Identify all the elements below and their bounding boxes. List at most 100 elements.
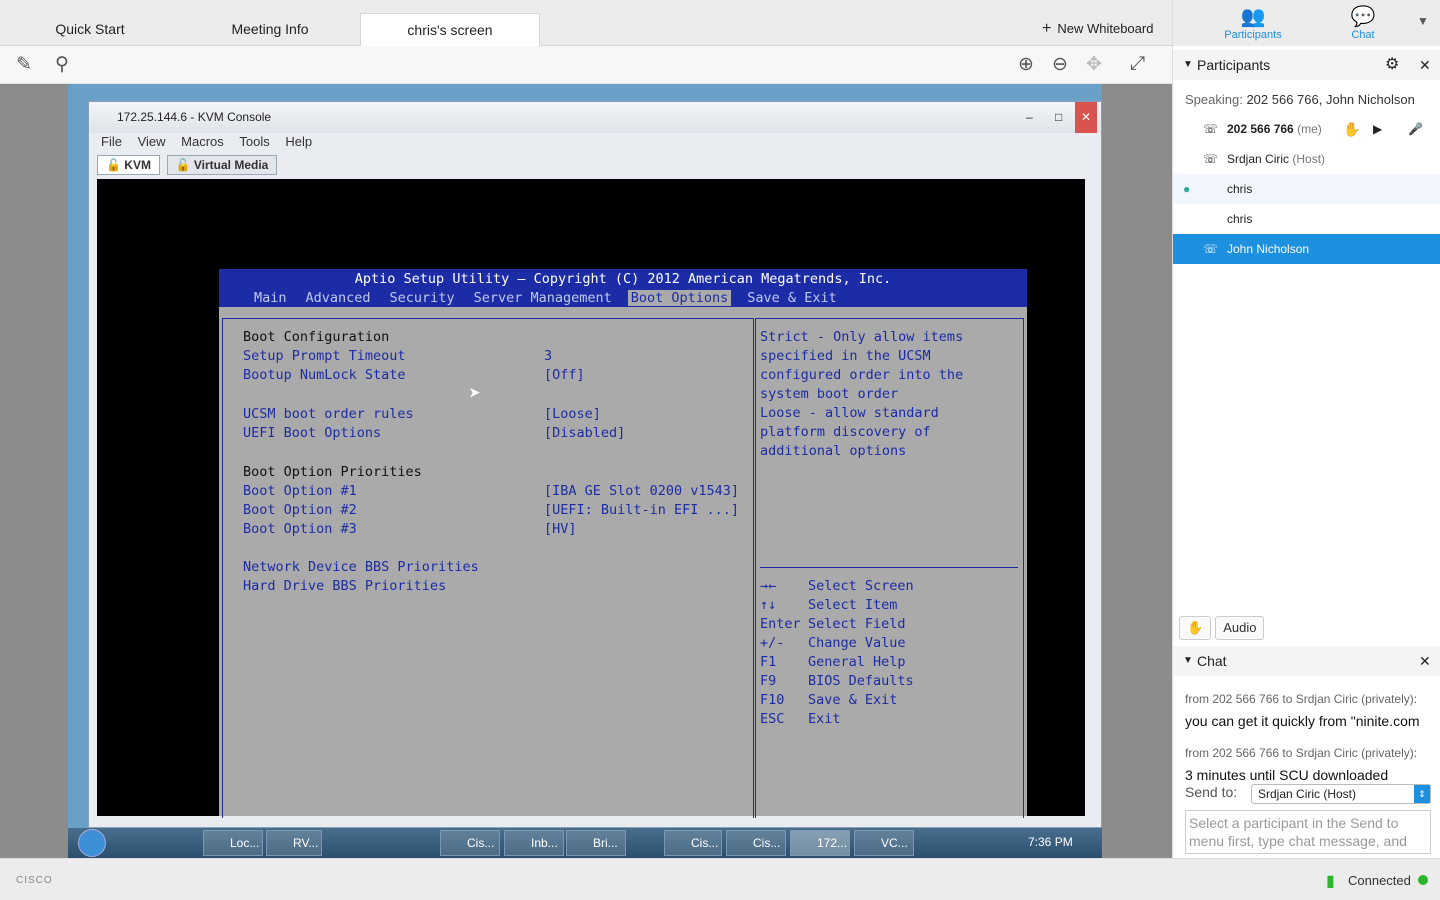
key-desc: Select Field bbox=[808, 616, 906, 632]
collapse-triangle-icon: ▼ bbox=[1183, 655, 1193, 666]
tab-kvm[interactable]: 🔓 KVM bbox=[97, 155, 160, 175]
taskbar-item[interactable]: Cis... bbox=[664, 830, 722, 856]
video-camera-icon[interactable]: ▶ bbox=[1373, 114, 1382, 144]
taskbar-item[interactable]: Cis... bbox=[440, 830, 500, 856]
taskbar-item[interactable]: Inb... bbox=[504, 830, 564, 856]
setting-boot-option-2[interactable]: Boot Option #2 bbox=[243, 502, 357, 518]
start-button[interactable] bbox=[78, 829, 106, 857]
participant-row[interactable]: ☏ Srdjan Ciric (Host) bbox=[1173, 144, 1440, 174]
chevron-updown-icon: ⇕ bbox=[1414, 785, 1430, 803]
presenter-icon: ● bbox=[1183, 182, 1191, 196]
bios-setup: Aptio Setup Utility – Copyright (C) 2012… bbox=[219, 269, 1027, 818]
taskbar-item[interactable]: Loc... bbox=[203, 830, 263, 856]
lock-icon: 🔓 bbox=[106, 158, 121, 172]
kvm-console-window[interactable]: 172.25.144.6 - KVM Console – □ ✕ File Vi… bbox=[88, 101, 1102, 828]
bios-menu-main[interactable]: Main bbox=[251, 290, 290, 306]
setting-value[interactable]: [UEFI: Built-in EFI ...] bbox=[544, 502, 739, 518]
dropdown-arrow-icon[interactable]: ▼ bbox=[1417, 14, 1429, 28]
key-name: ↑↓ bbox=[760, 597, 777, 613]
key-desc: Save & Exit bbox=[808, 692, 898, 708]
chat-header[interactable]: ▼ Chat ✕ bbox=[1173, 646, 1440, 676]
menu-tools[interactable]: Tools bbox=[239, 134, 269, 149]
maximize-icon[interactable]: □ bbox=[1046, 102, 1072, 133]
participant-row[interactable]: chris bbox=[1173, 204, 1440, 234]
gear-icon[interactable]: ⚙ bbox=[1385, 50, 1399, 80]
bios-title: Aptio Setup Utility – Copyright (C) 2012… bbox=[354, 271, 892, 287]
close-icon[interactable]: ✕ bbox=[1075, 102, 1097, 133]
participant-row[interactable]: ☏ 202 566 766 (me) ✋ ▶ 🎤 bbox=[1173, 114, 1440, 144]
kvm-title: 172.25.144.6 - KVM Console bbox=[117, 110, 272, 124]
tab-virtual-media[interactable]: 🔓 Virtual Media bbox=[166, 155, 278, 175]
move-icon[interactable]: ✥ bbox=[1086, 53, 1102, 76]
new-whiteboard-button[interactable]: + New Whiteboard bbox=[1042, 20, 1153, 38]
minimize-icon[interactable]: – bbox=[1016, 102, 1042, 133]
cisco-logo: CISCO bbox=[16, 875, 53, 886]
raise-hand-icon: ✋ bbox=[1187, 620, 1204, 635]
tab-shared-screen[interactable]: chris's screen bbox=[360, 13, 540, 47]
bios-menu-save-exit[interactable]: Save & Exit bbox=[744, 290, 839, 306]
key-name: →← bbox=[760, 578, 777, 594]
menu-view[interactable]: View bbox=[138, 134, 166, 149]
bios-header: Aptio Setup Utility – Copyright (C) 2012… bbox=[219, 269, 1027, 307]
taskbar-item[interactable]: RV... bbox=[266, 830, 322, 856]
pencil-icon[interactable]: ✎ bbox=[16, 53, 32, 76]
setting-boot-option-1[interactable]: Boot Option #1 bbox=[243, 483, 357, 499]
setting-value[interactable]: [HV] bbox=[544, 521, 577, 537]
setting-value[interactable]: 3 bbox=[544, 348, 552, 364]
participant-row[interactable]: ● chris bbox=[1173, 174, 1440, 204]
help-line: platform discovery of bbox=[760, 424, 931, 440]
kvm-tabs: 🔓 KVM 🔓 Virtual Media bbox=[97, 155, 280, 177]
participants-header[interactable]: ▼ Participants ⚙ ✕ bbox=[1173, 50, 1440, 80]
fullscreen-icon[interactable]: ⤢ bbox=[1130, 53, 1145, 75]
bios-menu-server-management[interactable]: Server Management bbox=[471, 290, 615, 306]
setting-value[interactable]: [Loose] bbox=[544, 406, 601, 422]
phone-icon: ☏ bbox=[1203, 152, 1219, 166]
setting-value[interactable]: [IBA GE Slot 0200 v1543] bbox=[544, 483, 739, 499]
zoom-out-icon[interactable]: ⊖ bbox=[1052, 53, 1068, 76]
chat-message: you can get it quickly from "ninite.com bbox=[1185, 713, 1420, 729]
setting-value[interactable]: [Off] bbox=[544, 367, 585, 383]
setting-numlock-state[interactable]: Bootup NumLock State bbox=[243, 367, 406, 383]
send-to-select[interactable]: Srdjan Ciric (Host) ⇕ bbox=[1251, 784, 1431, 804]
mute-icon[interactable]: 🎤 bbox=[1408, 114, 1423, 144]
setting-setup-prompt-timeout[interactable]: Setup Prompt Timeout bbox=[243, 348, 406, 364]
setting-ucsm-boot-order[interactable]: UCSM boot order rules bbox=[243, 406, 414, 422]
taskbar-item[interactable]: 172... bbox=[790, 830, 850, 856]
key-desc: Exit bbox=[808, 711, 841, 727]
help-line: additional options bbox=[760, 443, 907, 459]
bios-menu-security[interactable]: Security bbox=[387, 290, 458, 306]
lock-icon: 🔓 bbox=[175, 158, 191, 172]
menu-file[interactable]: File bbox=[101, 134, 122, 149]
taskbar-clock: 7:36 PM bbox=[1028, 835, 1073, 849]
bios-menu-boot-options[interactable]: Boot Options bbox=[627, 290, 732, 306]
participants-tab[interactable]: 👥 Participants bbox=[1213, 4, 1293, 41]
setting-hdd-bbs[interactable]: Hard Drive BBS Priorities bbox=[243, 578, 446, 594]
setting-network-bbs[interactable]: Network Device BBS Priorities bbox=[243, 559, 479, 575]
setting-boot-option-3[interactable]: Boot Option #3 bbox=[243, 521, 357, 537]
remote-control-icon[interactable]: ⚲ bbox=[55, 53, 69, 76]
zoom-in-icon[interactable]: ⊕ bbox=[1018, 53, 1034, 76]
key-desc: BIOS Defaults bbox=[808, 673, 914, 689]
chat-input[interactable]: Select a participant in the Send to menu… bbox=[1185, 810, 1431, 854]
bios-menu-advanced[interactable]: Advanced bbox=[303, 290, 374, 306]
status-bar: CISCO ▮ Connected bbox=[0, 858, 1440, 900]
taskbar-item[interactable]: Cis... bbox=[726, 830, 786, 856]
connection-icon: ▮ bbox=[1326, 873, 1335, 890]
raise-hand-icon[interactable]: ✋ bbox=[1343, 114, 1360, 144]
chat-tab[interactable]: 💬 Chat bbox=[1333, 4, 1393, 41]
audio-button[interactable]: Audio bbox=[1215, 616, 1265, 640]
menu-macros[interactable]: Macros bbox=[181, 134, 224, 149]
setting-value[interactable]: [Disabled] bbox=[544, 425, 625, 441]
close-icon[interactable]: ✕ bbox=[1419, 646, 1431, 676]
sidebar: 👥 Participants 💬 Chat ▼ ▼ Participants ⚙ ✕… bbox=[1172, 0, 1440, 858]
setting-uefi-boot-options[interactable]: UEFI Boot Options bbox=[243, 425, 381, 441]
tab-meeting-info[interactable]: Meeting Info bbox=[180, 13, 360, 46]
tab-quick-start[interactable]: Quick Start bbox=[0, 13, 180, 46]
raise-hand-button[interactable]: ✋ bbox=[1179, 616, 1212, 640]
participant-row[interactable]: ☏ John Nicholson bbox=[1173, 234, 1440, 264]
taskbar-item[interactable]: Bri... bbox=[566, 830, 626, 856]
menu-help[interactable]: Help bbox=[285, 134, 312, 149]
close-icon[interactable]: ✕ bbox=[1419, 50, 1431, 80]
taskbar-item[interactable]: VC... bbox=[854, 830, 914, 856]
kvm-screen[interactable]: Aptio Setup Utility – Copyright (C) 2012… bbox=[97, 179, 1085, 818]
